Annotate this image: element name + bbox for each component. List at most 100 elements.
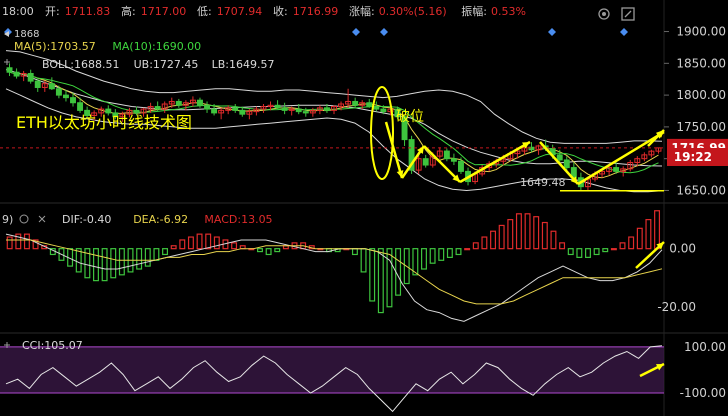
macd-bar — [610, 248, 617, 251]
candle-body — [27, 72, 34, 82]
macd-bar — [481, 236, 488, 250]
macd-bar — [619, 242, 626, 250]
expand-icon[interactable] — [621, 7, 635, 21]
header-text: 1716.99 — [293, 5, 339, 18]
boll-legend-item: BOLL:1688.51 — [42, 58, 119, 71]
candle-body — [239, 109, 246, 115]
macd-legend-item: DEA:-6.92 — [133, 213, 188, 226]
macd-bar — [257, 248, 263, 253]
peak-value-label: 1868 — [14, 29, 39, 40]
candle-body — [211, 108, 218, 114]
header-text: 0.30%(5.16) — [379, 5, 447, 18]
candle-body — [302, 111, 309, 114]
macd-bar — [593, 248, 600, 256]
macd-bar — [75, 248, 82, 273]
header-text: 收: — [273, 4, 288, 18]
macd-bar — [93, 248, 99, 282]
candle-body — [295, 108, 302, 113]
macd-bar — [524, 213, 531, 250]
macd-bar — [101, 248, 108, 282]
candle-body — [48, 83, 55, 90]
eth-hourly-chart: 18:00 开: 1711.83 高: 1717.00 低: 1707.94 收: 1716.9… — [0, 0, 728, 416]
ma-legend-item: MA(10):1690.00 — [112, 40, 201, 53]
candle-body — [450, 158, 457, 162]
candle-body — [154, 106, 161, 110]
settings-icon[interactable] — [598, 8, 610, 20]
boll-legend-item: LB:1649.57 — [212, 58, 275, 71]
macd-bar — [118, 248, 125, 276]
macd-bar — [585, 248, 591, 258]
macd-bar — [265, 248, 272, 256]
macd-bar — [187, 236, 194, 250]
macd-bar — [628, 236, 635, 250]
header-text: 高: — [121, 4, 136, 18]
settings-icon-shape — [602, 12, 606, 16]
header-text: 1717.00 — [141, 5, 187, 18]
main-y-tick-label: 1900.00 — [676, 25, 726, 39]
main-y-tick-label: 1750.00 — [676, 120, 726, 134]
candle-body — [422, 158, 429, 166]
candle-body — [281, 107, 288, 111]
main-y-tick-label: 1650.00 — [676, 183, 726, 197]
event-marker-icon — [548, 28, 556, 36]
macd-bar — [550, 230, 557, 250]
candle-body — [77, 102, 84, 111]
macd-settings-icon — [19, 214, 29, 224]
macd-bar — [654, 210, 661, 250]
trend-arrow — [577, 130, 665, 186]
cci-y-tick-label: 100.00 — [684, 340, 726, 354]
macd-bar — [429, 248, 436, 264]
header-text: 开: — [45, 5, 60, 18]
candle-body — [613, 167, 620, 172]
macd-close-icon — [38, 215, 46, 223]
cci-legend-item: CCI:105.07 — [22, 339, 83, 352]
header-text: 18:00 — [2, 5, 34, 18]
macd-bar — [153, 248, 160, 261]
macd-bar — [231, 242, 238, 250]
macd-bar — [507, 219, 514, 250]
macd-bar — [213, 236, 220, 250]
main-y-tick-label: 1850.00 — [676, 56, 726, 70]
macd-bar — [421, 248, 427, 270]
candle-body — [175, 100, 182, 106]
header-text: 0.53% — [491, 5, 526, 18]
candle-body — [55, 88, 62, 96]
title-annotation: ETH以太坊小时线技术图 — [16, 113, 192, 132]
candle-body — [34, 80, 41, 88]
macd-bar — [464, 248, 471, 251]
candle-body — [13, 71, 20, 77]
macd-bar — [386, 248, 393, 308]
candle-body — [197, 99, 203, 106]
macd-bar — [498, 224, 505, 250]
macd-bar — [576, 248, 583, 258]
macd-bar — [360, 248, 367, 273]
candle-body — [380, 108, 387, 113]
macd-bar — [533, 216, 540, 250]
macd-y-tick-label: -20.00 — [657, 300, 696, 314]
main-y-tick-label: 1800.00 — [676, 88, 726, 102]
macd-legend-item: DIF:-0.40 — [62, 213, 111, 226]
macd-bar — [490, 230, 497, 250]
macd-bar — [602, 248, 609, 253]
event-marker-icon — [380, 28, 388, 36]
event-marker-icon — [620, 28, 628, 36]
macd-bar — [455, 248, 462, 256]
candle-body — [443, 150, 450, 160]
header-text: 低: — [197, 5, 212, 18]
candle-body — [457, 160, 464, 172]
macd-legend-item: MACD:13.05 — [204, 213, 272, 226]
macd-bar — [645, 219, 652, 250]
dea-line — [6, 239, 663, 305]
candle-body — [6, 67, 13, 73]
macd-bar — [110, 248, 117, 279]
candle-body — [62, 94, 69, 99]
candle-body — [204, 104, 211, 110]
macd-bar — [136, 248, 143, 270]
header-text: 涨幅: — [349, 5, 375, 18]
candle-body — [563, 159, 570, 169]
candle-body — [323, 107, 330, 111]
macd-bar — [438, 248, 445, 261]
macd-bar — [515, 213, 522, 250]
macd-bar — [205, 233, 212, 250]
candle-body — [366, 102, 373, 108]
